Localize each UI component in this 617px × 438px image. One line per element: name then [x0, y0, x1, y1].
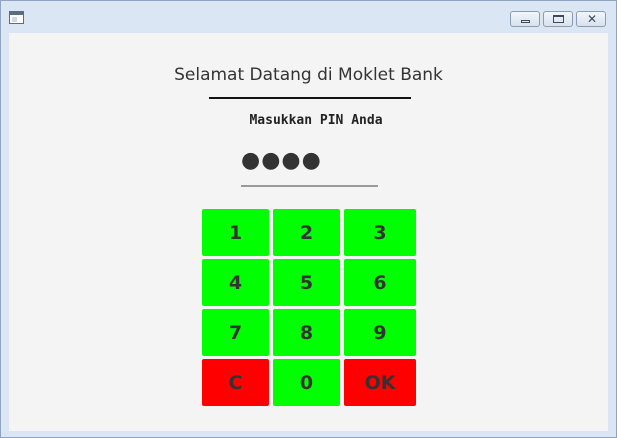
key-7-button[interactable]: 7: [202, 309, 269, 356]
app-window: ✕ Selamat Datang di Moklet Bank Masukkan…: [0, 0, 617, 438]
key-1-button[interactable]: 1: [202, 209, 269, 256]
key-8-button[interactable]: 8: [273, 309, 340, 356]
key-3-button[interactable]: 3: [344, 209, 416, 256]
title-divider: [209, 97, 411, 99]
title-bar[interactable]: ✕: [1, 1, 616, 33]
clear-button[interactable]: C: [202, 359, 269, 406]
key-9-button[interactable]: 9: [344, 309, 416, 356]
pin-input[interactable]: ●●●●: [241, 147, 378, 187]
close-button[interactable]: ✕: [576, 11, 606, 27]
key-2-button[interactable]: 2: [273, 209, 340, 256]
key-0-button[interactable]: 0: [273, 359, 340, 406]
key-6-button[interactable]: 6: [344, 259, 416, 306]
welcome-title: Selamat Datang di Moklet Bank: [174, 65, 443, 85]
client-area: Selamat Datang di Moklet Bank Masukkan P…: [9, 33, 608, 431]
minimize-button[interactable]: [510, 11, 540, 27]
minimize-icon: [521, 20, 530, 23]
app-window-icon[interactable]: [9, 11, 24, 24]
key-4-button[interactable]: 4: [202, 259, 269, 306]
pin-prompt-label: Masukkan PIN Anda: [249, 113, 383, 128]
key-5-button[interactable]: 5: [273, 259, 340, 306]
ok-button[interactable]: OK: [344, 359, 416, 406]
close-icon: ✕: [586, 12, 598, 26]
maximize-icon: [553, 15, 564, 23]
pin-value: ●●●●: [241, 148, 322, 173]
pin-input-underline: [241, 185, 378, 187]
maximize-button[interactable]: [543, 11, 573, 27]
